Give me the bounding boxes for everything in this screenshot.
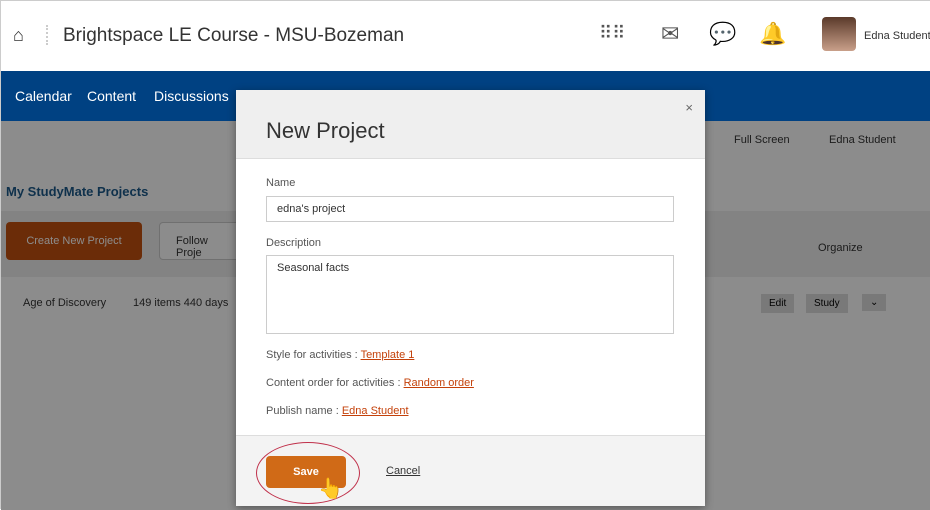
new-project-dialog: New Project × Name edna's project Descri… [236,90,705,506]
course-title[interactable]: Brightspace LE Course - MSU-Bozeman [63,25,404,47]
style-link[interactable]: Template 1 [361,349,415,361]
user-name[interactable]: Edna Student [864,30,930,42]
style-row: Style for activities : Template 1 [266,349,414,361]
apps-grid-icon[interactable]: ⠿⠿ [599,23,625,44]
publish-label: Publish name : [266,405,342,417]
publish-row: Publish name : Edna Student [266,405,409,417]
cancel-button[interactable]: Cancel [386,465,420,477]
bell-icon[interactable]: 🔔 [759,21,786,47]
description-label: Description [266,237,322,249]
pointer-cursor-icon: 👆 [318,478,343,500]
close-icon[interactable]: × [685,100,693,115]
name-input[interactable]: edna's project [266,196,674,222]
order-label: Content order for activities : [266,377,404,389]
order-row: Content order for activities : Random or… [266,377,474,389]
divider [46,25,48,45]
mail-icon[interactable]: ✉ [661,21,679,47]
dialog-footer: Save 👆 Cancel [236,435,705,506]
avatar[interactable] [822,17,856,51]
publish-link[interactable]: Edna Student [342,405,409,417]
home-icon[interactable]: ⌂ [13,25,24,46]
name-label: Name [266,177,296,189]
dialog-title: New Project [266,118,385,143]
chat-icon[interactable]: 💬 [709,21,736,47]
style-label: Style for activities : [266,349,361,361]
description-textarea[interactable]: Seasonal facts [266,255,674,334]
order-link[interactable]: Random order [404,377,474,389]
top-bar: ⌂ Brightspace LE Course - MSU-Bozeman ⠿⠿… [1,1,930,71]
